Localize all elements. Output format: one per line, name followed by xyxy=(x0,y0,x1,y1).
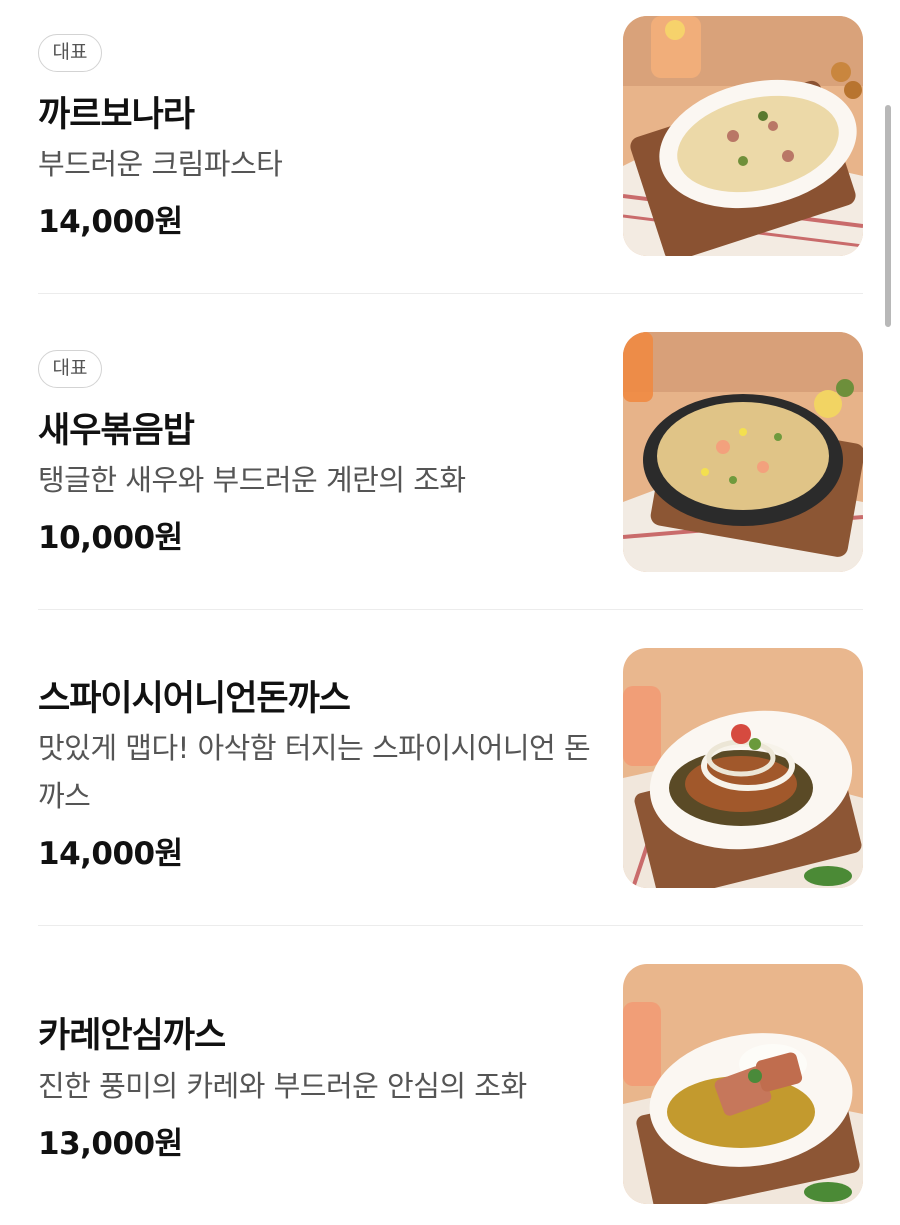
onion-cutlet-photo xyxy=(623,648,863,888)
menu-item-spicy-onion-cutlet[interactable]: 스파이시어니언돈까스 맛있게 맵다! 아삭함 터지는 스파이시어니언 돈까스 1… xyxy=(38,648,863,888)
menu-item-name: 카레안심까스 xyxy=(38,1016,226,1056)
menu-item-name: 새우볶음밥 xyxy=(38,411,195,451)
menu-item-photo[interactable] xyxy=(623,964,863,1204)
scrollbar[interactable] xyxy=(885,105,891,327)
menu-item-name: 스파이시어니언돈까스 xyxy=(38,679,351,719)
divider xyxy=(38,925,863,926)
divider xyxy=(38,293,863,294)
menu-item-price: 13,000원 xyxy=(38,1126,183,1162)
menu-item-carbonara[interactable]: 대표 까르보나라 부드러운 크림파스타 14,000원 xyxy=(38,16,863,256)
menu-item-description: 맛있게 맵다! 아삭함 터지는 스파이시어니언 돈까스 xyxy=(38,731,591,813)
menu-item-description: 진한 풍미의 카레와 부드러운 안심의 조화 xyxy=(38,1069,527,1103)
menu-item-photo[interactable] xyxy=(623,16,863,256)
menu-item-photo[interactable] xyxy=(623,332,863,572)
menu-item-name: 까르보나라 xyxy=(38,95,195,135)
curry-cutlet-photo xyxy=(623,964,863,1204)
menu-item-description: 탱글한 새우와 부드러운 계란의 조화 xyxy=(38,463,466,497)
menu-item-price: 10,000원 xyxy=(38,520,183,556)
signature-badge: 대표 xyxy=(38,34,102,72)
menu-item-photo[interactable] xyxy=(623,648,863,888)
menu-item-shrimp-fried-rice[interactable]: 대표 새우볶음밥 탱글한 새우와 부드러운 계란의 조화 10,000원 xyxy=(38,332,863,572)
menu-list: 대표 까르보나라 부드러운 크림파스타 14,000원 대표 새우볶음밥 탱글한… xyxy=(0,0,900,1225)
menu-item-price: 14,000원 xyxy=(38,204,183,240)
menu-item-description: 부드러운 크림파스타 xyxy=(38,147,283,181)
menu-item-curry-tenderloin-cutlet[interactable]: 카레안심까스 진한 풍미의 카레와 부드러운 안심의 조화 13,000원 xyxy=(38,964,863,1204)
carbonara-photo xyxy=(623,16,863,256)
fried-rice-photo xyxy=(623,332,863,572)
menu-item-price: 14,000원 xyxy=(38,836,183,872)
signature-badge: 대표 xyxy=(38,350,102,388)
divider xyxy=(38,609,863,610)
